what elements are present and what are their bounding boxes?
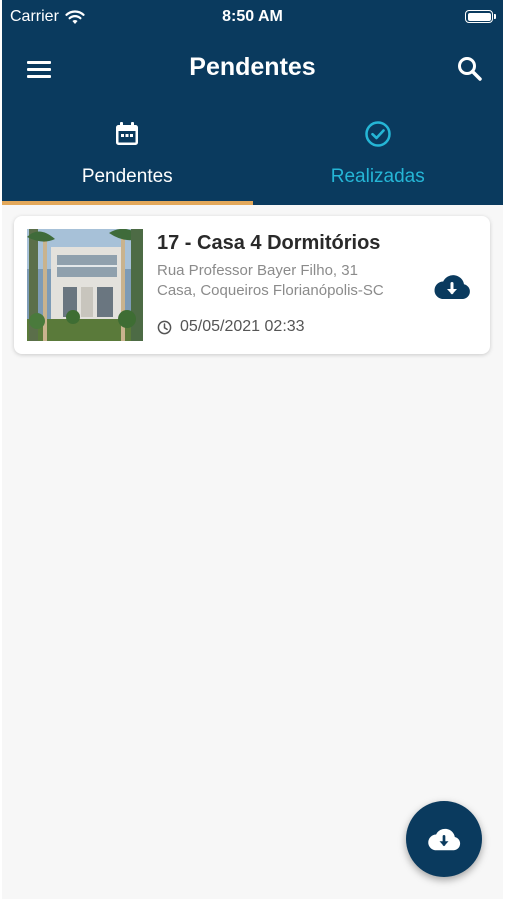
- tab-bar: Pendentes Realizadas: [2, 110, 503, 205]
- app-screen: Carrier 8:50 AM Pendentes Pendentes Real…: [2, 0, 503, 899]
- item-datetime: 05/05/2021 02:33: [157, 318, 305, 336]
- calendar-icon: [116, 122, 139, 145]
- tab-pendentes[interactable]: Pendentes: [2, 110, 253, 205]
- tab-realizadas[interactable]: Realizadas: [253, 110, 504, 205]
- sync-fab-button[interactable]: [406, 801, 482, 877]
- page-title: Pendentes: [189, 53, 316, 81]
- property-thumbnail: [27, 229, 143, 341]
- item-title: 17 - Casa 4 Dormitórios: [157, 232, 381, 254]
- status-bar: Carrier 8:50 AM: [2, 0, 503, 34]
- cloud-download-icon: [428, 828, 461, 850]
- item-address: Rua Professor Bayer Filho, 31 Casa, Coqu…: [157, 261, 422, 301]
- address-line-1: Rua Professor Bayer Filho, 31: [157, 262, 358, 279]
- status-time: 8:50 AM: [222, 8, 283, 25]
- check-circle-icon: [365, 121, 391, 147]
- datetime-label: 05/05/2021 02:33: [180, 318, 305, 335]
- tab-pendentes-label: Pendentes: [81, 166, 173, 187]
- tab-indicator: [2, 201, 253, 205]
- list-item[interactable]: 17 - Casa 4 Dormitórios Rua Professor Ba…: [14, 216, 490, 354]
- cloud-download-icon[interactable]: [432, 272, 472, 302]
- clock-icon: [157, 320, 172, 334]
- address-line-2: Casa, Coqueiros Florianópolis-SC: [157, 282, 384, 299]
- search-icon[interactable]: [455, 54, 485, 84]
- app-bar: Pendentes: [2, 40, 503, 96]
- header: Carrier 8:50 AM Pendentes Pendentes Real…: [2, 0, 503, 205]
- battery-icon: [465, 10, 496, 23]
- tab-realizadas-label: Realizadas: [330, 166, 425, 187]
